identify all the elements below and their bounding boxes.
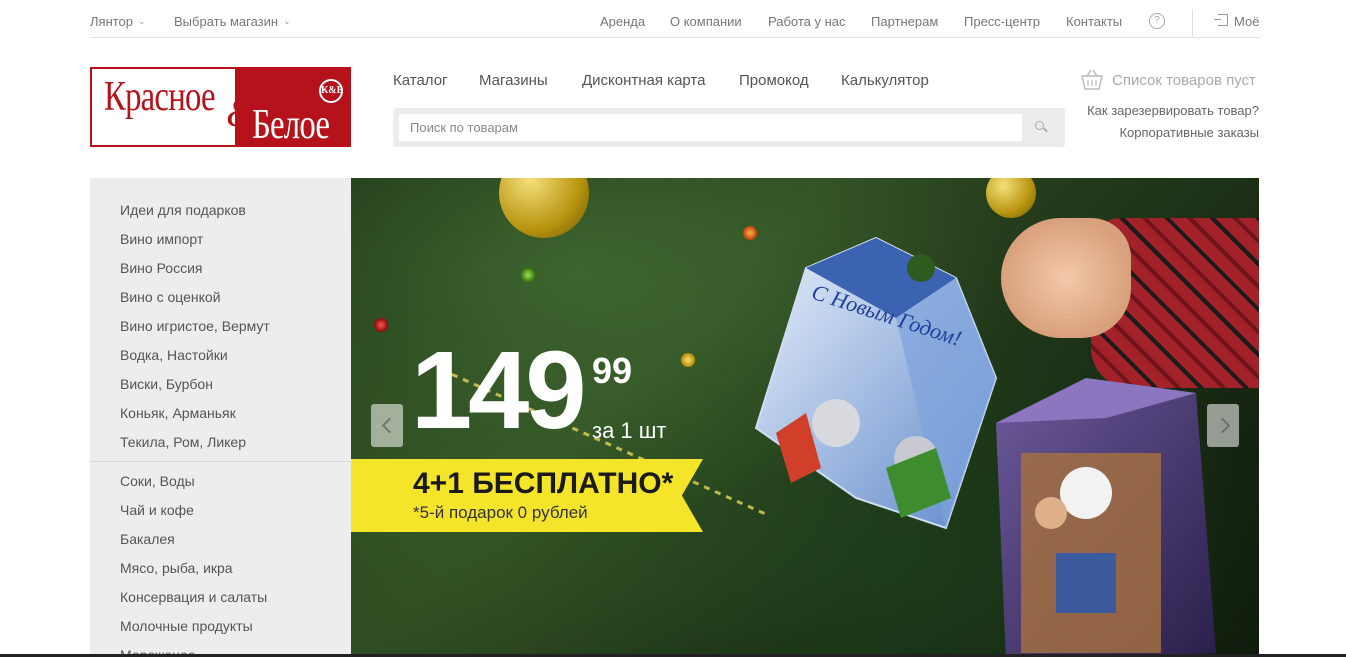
slider-prev-arrow-icon[interactable] <box>371 404 403 447</box>
category-item[interactable]: Вино Россия <box>120 260 202 276</box>
corporate-orders-link[interactable]: Корпоративные заказы <box>1119 125 1259 140</box>
search-bar <box>393 108 1065 147</box>
category-divider <box>90 461 351 462</box>
category-item[interactable]: Соки, Воды <box>120 473 195 489</box>
chevron-down-icon: ⌄ <box>138 16 146 26</box>
search-icon[interactable] <box>1029 116 1053 140</box>
category-item[interactable]: Вино игристое, Вермут <box>120 318 270 334</box>
top-link-jobs[interactable]: Работа у нас <box>768 14 846 29</box>
ornament-decoration <box>986 178 1036 218</box>
reserve-link[interactable]: Как зарезервировать товар? <box>1087 103 1259 118</box>
price-main: 149 <box>411 329 587 452</box>
light-decoration <box>681 353 695 367</box>
nav-stores[interactable]: Магазины <box>479 72 548 89</box>
category-item[interactable]: Водка, Настойки <box>120 347 228 363</box>
category-item[interactable]: Мясо, рыба, икра <box>120 560 233 576</box>
nav-catalog[interactable]: Каталог <box>393 72 448 89</box>
category-item[interactable]: Вино с оценкой <box>120 289 221 305</box>
top-link-about[interactable]: О компании <box>670 14 742 29</box>
promo-title: 4+1 БЕСПЛАТНО* <box>413 467 674 500</box>
city-label: Лянтор <box>90 14 134 29</box>
search-input[interactable] <box>399 114 1022 141</box>
top-link-press[interactable]: Пресс-центр <box>964 14 1040 29</box>
logo-word-1: Красное <box>104 74 215 120</box>
category-item[interactable]: Виски, Бурбон <box>120 376 213 392</box>
chevron-down-icon: ⌄ <box>283 16 291 26</box>
logo-badge: К&Б <box>319 79 343 103</box>
nav-discount-card[interactable]: Дисконтная карта <box>582 72 705 89</box>
city-selector[interactable]: Лянтор ⌄ <box>90 14 146 29</box>
nav-promocode[interactable]: Промокод <box>739 72 809 89</box>
nav-calculator[interactable]: Калькулятор <box>841 72 929 89</box>
account-link[interactable]: Моё <box>1234 14 1259 29</box>
promo-banner[interactable]: С Новым Годом! 149 99 за 1 шт 4+1 БЕСПЛА… <box>351 178 1259 657</box>
logo-word-2: Белое <box>252 102 330 147</box>
ornament-decoration <box>499 178 589 238</box>
light-decoration <box>521 268 535 282</box>
category-item[interactable]: Молочные продукты <box>120 618 253 634</box>
help-icon[interactable]: ? <box>1149 13 1165 29</box>
category-item[interactable]: Коньяк, Арманьяк <box>120 405 236 421</box>
top-link-contacts[interactable]: Контакты <box>1066 14 1122 29</box>
basket-icon[interactable] <box>1080 69 1104 91</box>
category-item[interactable]: Вино импорт <box>120 231 203 247</box>
category-item[interactable]: Консервация и салаты <box>120 589 267 605</box>
store-selector[interactable]: Выбрать магазин ⌄ <box>174 14 291 29</box>
price-cents: 99 <box>592 350 633 391</box>
store-label: Выбрать магазин <box>174 14 279 29</box>
top-bar: Лянтор ⌄ Выбрать магазин ⌄ Аренда О комп… <box>90 0 1260 38</box>
category-item[interactable]: Чай и кофе <box>120 502 194 518</box>
slider-next-arrow-icon[interactable] <box>1207 404 1239 447</box>
divider <box>1192 9 1193 37</box>
cart-status[interactable]: Список товаров пуст <box>1112 72 1256 89</box>
top-link-rent[interactable]: Аренда <box>600 14 645 29</box>
category-item[interactable]: Текила, Ром, Ликер <box>120 434 246 450</box>
price-unit: за 1 шт <box>592 418 667 443</box>
promo-note: *5-й подарок 0 рублей <box>413 503 588 522</box>
category-item[interactable]: Бакалея <box>120 531 175 547</box>
light-decoration <box>374 318 388 332</box>
login-icon[interactable] <box>1214 14 1228 26</box>
category-sidebar: Идеи для подарков Вино импорт Вино Росси… <box>90 178 351 657</box>
top-link-partners[interactable]: Партнерам <box>871 14 938 29</box>
category-item[interactable]: Идеи для подарков <box>120 202 246 218</box>
logo[interactable]: Красное & Белое К&Б <box>90 67 351 147</box>
